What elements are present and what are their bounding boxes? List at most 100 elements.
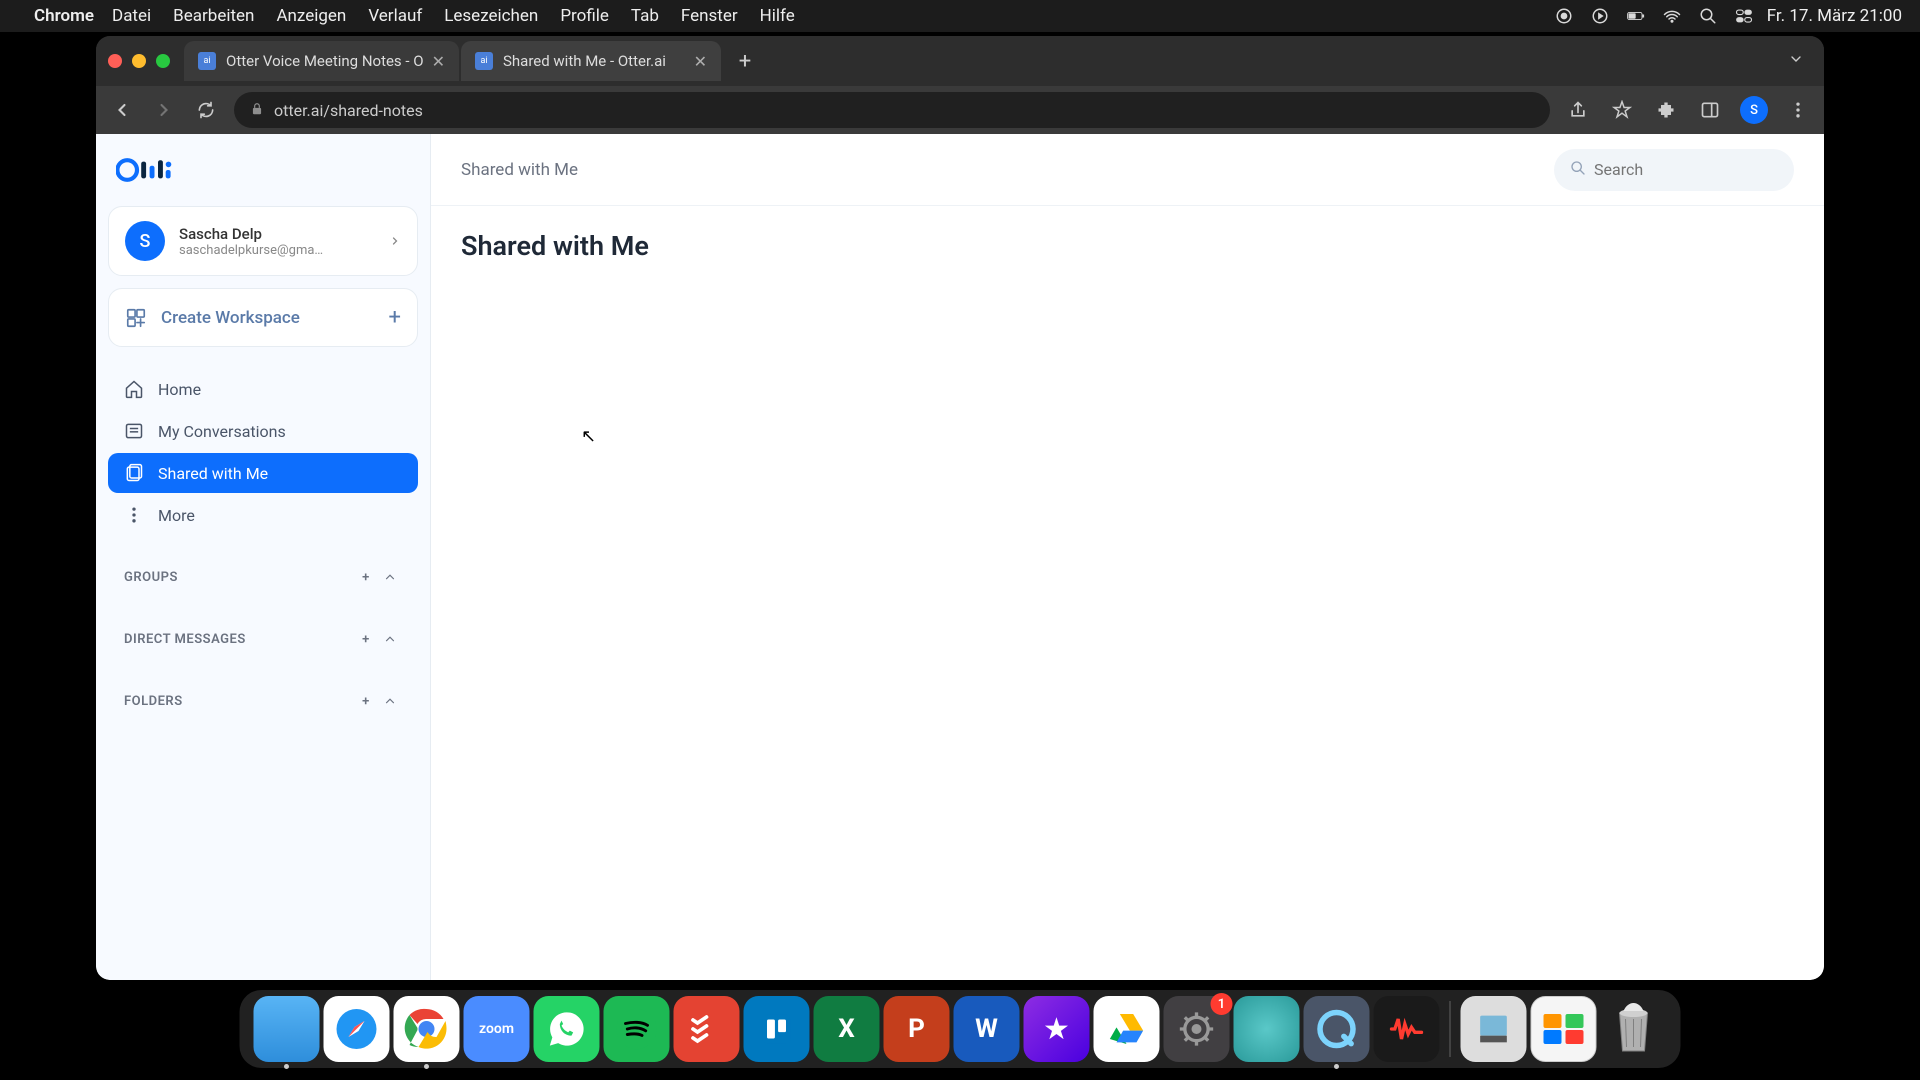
conversations-icon [124,421,144,441]
nav-shared-with-me[interactable]: Shared with Me [108,453,418,493]
address-bar[interactable]: otter.ai/shared-notes [234,92,1550,128]
plus-icon: + [389,305,401,330]
section-groups: GROUPS + [108,555,418,599]
dock-powerpoint[interactable]: P [884,996,950,1062]
menu-bearbeiten[interactable]: Bearbeiten [173,6,254,26]
dock-whatsapp[interactable] [534,996,600,1062]
reload-button[interactable] [192,96,220,124]
close-tab-icon[interactable]: ✕ [432,52,445,71]
tab-title: Shared with Me - Otter.ai [503,52,686,70]
dock-chrome[interactable] [394,996,460,1062]
sidepanel-icon[interactable] [1696,96,1724,124]
dock-google-drive[interactable] [1094,996,1160,1062]
more-icon [124,505,144,525]
battery-icon[interactable] [1627,7,1645,25]
section-label: GROUPS [124,570,354,585]
nav-label: More [158,506,195,525]
tab-title: Otter Voice Meeting Notes - O [226,52,424,70]
account-card[interactable]: S Sascha Delp saschadelpkurse@gma… [108,206,418,276]
dock-spotify[interactable] [604,996,670,1062]
menu-profile[interactable]: Profile [560,6,609,26]
lock-icon [250,101,264,120]
favicon-icon: ai [198,52,216,70]
menu-lesezeichen[interactable]: Lesezeichen [444,6,538,26]
search-input[interactable] [1594,160,1797,179]
nav-label: My Conversations [158,422,286,441]
menu-verlauf[interactable]: Verlauf [368,6,422,26]
main-panel: Shared with Me Shared with Me ↖ [431,134,1824,980]
menu-tab[interactable]: Tab [631,6,659,26]
bookmark-icon[interactable] [1608,96,1636,124]
add-folder-button[interactable]: + [354,689,378,713]
workspace-icon [125,307,147,329]
tabs-dropdown-icon[interactable] [1788,51,1804,71]
settings-badge: 1 [1211,993,1233,1015]
home-icon [124,379,144,399]
dock-todoist[interactable] [674,996,740,1062]
dock-zoom[interactable]: zoom [464,996,530,1062]
forward-button[interactable] [150,96,178,124]
browser-window: ai Otter Voice Meeting Notes - O ✕ ai Sh… [96,36,1824,980]
menu-icon[interactable] [1784,96,1812,124]
record-icon[interactable] [1555,7,1573,25]
menu-datei[interactable]: Datei [112,6,151,26]
nav-label: Shared with Me [158,464,268,483]
macos-menubar: Chrome Datei Bearbeiten Anzeigen Verlauf… [0,0,1920,32]
browser-toolbar: otter.ai/shared-notes S [96,86,1824,134]
add-dm-button[interactable]: + [354,627,378,651]
minimize-window-button[interactable] [132,54,146,68]
menubar-datetime[interactable]: Fr. 17. März 21:00 [1767,6,1902,26]
dock-separator [1450,1001,1451,1057]
account-email: saschadelpkurse@gma… [179,243,375,258]
browser-tab[interactable]: ai Shared with Me - Otter.ai ✕ [461,41,721,81]
section-direct-messages: DIRECT MESSAGES + [108,617,418,661]
dock-folder[interactable] [1531,996,1597,1062]
app-name[interactable]: Chrome [34,6,94,26]
nav-more[interactable]: More [108,495,418,535]
shared-icon [124,463,144,483]
main-header: Shared with Me [431,134,1824,206]
share-icon[interactable] [1564,96,1592,124]
add-group-button[interactable]: + [354,565,378,589]
menu-anzeigen[interactable]: Anzeigen [276,6,346,26]
dock-app-circle[interactable] [1234,996,1300,1062]
otter-logo[interactable] [116,156,410,188]
collapse-folders-icon[interactable] [378,689,402,713]
wifi-icon[interactable] [1663,7,1681,25]
dock-quicktime[interactable] [1304,996,1370,1062]
back-button[interactable] [108,96,136,124]
collapse-dm-icon[interactable] [378,627,402,651]
nav-my-conversations[interactable]: My Conversations [108,411,418,451]
dock-safari[interactable] [324,996,390,1062]
dock-trash[interactable] [1601,996,1667,1062]
dock-preview[interactable] [1461,996,1527,1062]
browser-tab[interactable]: ai Otter Voice Meeting Notes - O ✕ [184,41,459,81]
search-box[interactable] [1554,149,1794,191]
profile-avatar[interactable]: S [1740,96,1768,124]
nav-label: Home [158,380,201,399]
page-title: Shared with Me [461,230,1794,262]
play-icon[interactable] [1591,7,1609,25]
dock-finder[interactable] [254,996,320,1062]
extensions-icon[interactable] [1652,96,1680,124]
account-avatar: S [125,221,165,261]
create-workspace-button[interactable]: Create Workspace + [108,288,418,347]
nav-home[interactable]: Home [108,369,418,409]
close-tab-icon[interactable]: ✕ [694,52,707,71]
collapse-groups-icon[interactable] [378,565,402,589]
control-center-icon[interactable] [1735,7,1753,25]
new-tab-button[interactable]: + [729,45,761,77]
sidebar: S Sascha Delp saschadelpkurse@gma… Creat… [96,134,431,980]
dock-word[interactable]: W [954,996,1020,1062]
menu-hilfe[interactable]: Hilfe [760,6,795,26]
dock-settings[interactable]: 1 [1164,996,1230,1062]
close-window-button[interactable] [108,54,122,68]
spotlight-icon[interactable] [1699,7,1717,25]
dock-voice-memos[interactable] [1374,996,1440,1062]
maximize-window-button[interactable] [156,54,170,68]
page-content: S Sascha Delp saschadelpkurse@gma… Creat… [96,134,1824,980]
dock-excel[interactable]: X [814,996,880,1062]
dock-trello[interactable] [744,996,810,1062]
dock-imovie[interactable]: ★ [1024,996,1090,1062]
menu-fenster[interactable]: Fenster [681,6,738,26]
